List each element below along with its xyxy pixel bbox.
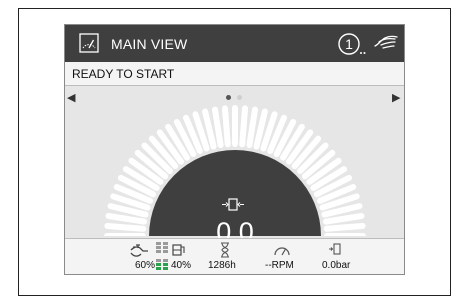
gauge-segment [211,106,224,149]
next-page-arrow-icon[interactable]: ▶ [392,91,400,104]
page-title: MAIN VIEW [111,36,188,52]
gauge-segment [239,105,249,148]
def-level-value: 40% [171,260,192,271]
speedometer-icon [274,247,290,256]
hourglass-icon [221,242,229,258]
gauge-segment [221,105,231,148]
title-bar: MAIN VIEW 1 [65,25,404,62]
gauge-segment [104,222,147,232]
notification-one-icon[interactable]: 1 [337,31,377,57]
engine-rpm-value: --RPM [265,260,294,271]
gauge-segment [323,222,366,232]
page-dot-active [226,95,231,100]
gauge-segment [246,106,259,149]
page-dot-inactive [237,95,242,100]
fuel-pump-icon [130,244,148,257]
hand-gesture-icon[interactable] [373,32,399,52]
engine-hours-value: 1286h [208,260,236,271]
gauge-screen-icon [79,33,99,53]
notification-count: 1 [345,36,353,52]
gauge-segment [322,212,365,225]
previous-page-arrow-icon[interactable]: ◀ [67,91,75,104]
status-text: READY TO START [72,67,175,81]
info-bar: 60% 40% 1286h --RPM 0.0bar [65,238,404,274]
page-indicator [215,95,255,103]
fuel-level-value: 60% [135,260,156,271]
def-tank-icon [172,244,185,256]
status-bar: READY TO START [65,62,404,86]
def-level-bars [156,259,168,270]
display-screen: MAIN VIEW 1 READY TO START ◀ ▶ 0.0 60% 4… [64,24,405,275]
pressure-sensor-icon [329,243,341,255]
gauge-segment [105,212,148,225]
pressure-value: 0.0bar [322,260,351,271]
